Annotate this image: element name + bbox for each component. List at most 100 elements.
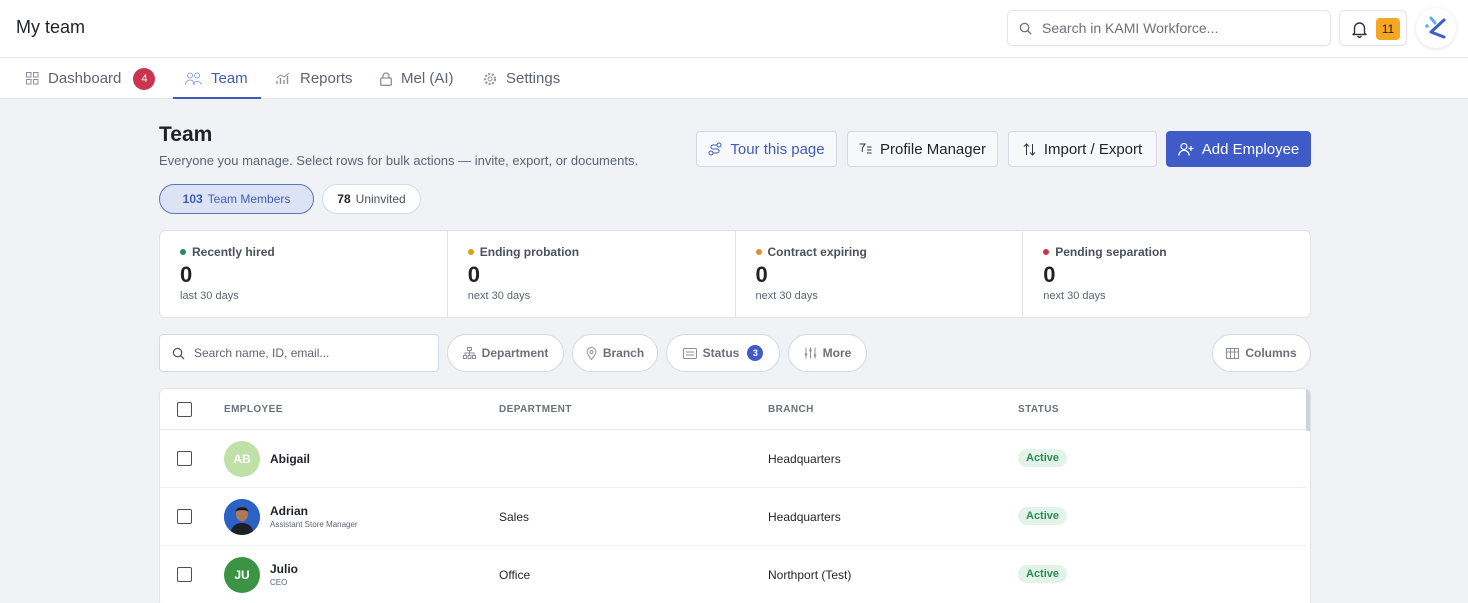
- status-filter[interactable]: Status 3: [666, 334, 780, 372]
- status-dot: [180, 249, 186, 255]
- department-cell: Office: [499, 568, 531, 582]
- stat-label: Recently hired: [192, 245, 275, 259]
- page-subtitle: Everyone you manage. Select rows for bul…: [159, 153, 639, 168]
- row-checkbox[interactable]: [177, 451, 192, 466]
- columns-label: Columns: [1245, 346, 1297, 360]
- status-badge: Active: [1018, 507, 1068, 525]
- table-scrollbar[interactable]: [1306, 389, 1310, 431]
- route-icon: [708, 142, 722, 156]
- more-filters-label: More: [822, 346, 852, 360]
- column-status[interactable]: STATUS: [1018, 404, 1059, 415]
- add-employee-label: Add Employee: [1201, 140, 1300, 158]
- stat-recently-hired[interactable]: Recently hired 0 last 30 days: [160, 231, 448, 317]
- department-filter[interactable]: Department: [447, 334, 564, 372]
- branch-filter-label: Branch: [602, 346, 645, 360]
- hierarchy-icon: [462, 347, 476, 359]
- employee-name[interactable]: Abigail: [270, 452, 310, 466]
- status-badge: Active: [1018, 449, 1068, 467]
- status-dot: [1043, 249, 1050, 255]
- tab-team[interactable]: Team: [173, 58, 261, 99]
- sliders-icon: [804, 347, 816, 359]
- tour-page-button[interactable]: Tour this page: [696, 131, 837, 167]
- kami-logo[interactable]: [1416, 8, 1456, 48]
- import-export-label: Import / Export: [1043, 140, 1143, 158]
- gear-icon: [484, 72, 496, 85]
- more-filters[interactable]: More: [788, 334, 867, 372]
- import-export-button[interactable]: Import / Export: [1008, 131, 1157, 167]
- employee-role: CEO: [270, 578, 288, 587]
- profile-manager-button[interactable]: Profile Manager: [847, 131, 998, 167]
- avatar-initials: AB: [233, 452, 251, 466]
- stat-contract-expiring[interactable]: Contract expiring 0 next 30 days: [736, 231, 1024, 317]
- employee-table: EMPLOYEE DEPARTMENT BRANCH STATUS AB Abi…: [159, 388, 1311, 603]
- employee-search-input[interactable]: [194, 335, 434, 371]
- row-checkbox[interactable]: [177, 509, 192, 524]
- department-cell: Sales: [499, 510, 530, 524]
- stat-value: 0: [467, 262, 480, 287]
- stat-value: 0: [180, 262, 193, 287]
- stats-panel: Recently hired 0 last 30 days Ending pro…: [159, 230, 1311, 318]
- filter-list-icon: [859, 143, 872, 154]
- table-row[interactable]: Adrian Assistant Store Manager Sales Hea…: [160, 488, 1306, 546]
- employee-name[interactable]: Adrian: [270, 504, 308, 518]
- status-filter-count: 3: [747, 345, 764, 361]
- row-checkbox[interactable]: [177, 567, 192, 582]
- uninvited-label: Uninvited: [355, 192, 406, 206]
- add-user-icon: [1177, 142, 1194, 156]
- tab-dashboard[interactable]: Dashboard 4: [14, 58, 167, 99]
- tab-reports-label: Reports: [300, 70, 353, 87]
- select-all-checkbox[interactable]: [177, 402, 192, 417]
- tab-mel-ai-label: Mel (AI): [401, 70, 454, 87]
- stat-label: Ending probation: [479, 245, 580, 259]
- stat-period: next 30 days: [467, 290, 531, 302]
- branch-cell: Headquarters: [768, 452, 841, 466]
- column-department[interactable]: DEPARTMENT: [499, 404, 572, 415]
- global-search[interactable]: [1007, 10, 1331, 46]
- uninvited-segment[interactable]: 78 Uninvited: [322, 184, 421, 214]
- location-pin-icon: [586, 346, 597, 360]
- tab-settings-label: Settings: [506, 70, 561, 87]
- team-members-label: Team Members: [207, 192, 291, 206]
- table-header: EMPLOYEE DEPARTMENT BRANCH STATUS: [160, 389, 1310, 430]
- avatar: [224, 499, 260, 535]
- status-dot: [467, 249, 474, 255]
- stat-ending-probation[interactable]: Ending probation 0 next 30 days: [448, 231, 736, 317]
- stat-period: next 30 days: [755, 290, 818, 302]
- lock-icon: [380, 71, 392, 86]
- columns-icon: [1226, 347, 1240, 359]
- employee-name[interactable]: Julio: [270, 562, 298, 576]
- table-row[interactable]: AB Abigail Headquarters Active: [160, 430, 1306, 488]
- table-row[interactable]: JU Julio CEO Office Northport (Test) Act…: [160, 546, 1306, 603]
- status-filter-label: Status: [702, 346, 740, 360]
- tab-mel-ai[interactable]: Mel (AI): [368, 58, 466, 99]
- stat-value: 0: [1043, 262, 1056, 287]
- uninvited-count: 78: [337, 192, 351, 206]
- notification-count-badge: 11: [1376, 18, 1400, 40]
- add-employee-button[interactable]: Add Employee: [1166, 131, 1311, 167]
- employee-role: Assistant Store Manager: [270, 520, 358, 529]
- sort-arrows-icon: [1023, 142, 1036, 156]
- employee-search[interactable]: [159, 334, 439, 372]
- global-search-input[interactable]: [1042, 11, 1322, 45]
- team-icon: [185, 72, 202, 85]
- stat-pending-separation[interactable]: Pending separation 0 next 30 days: [1023, 231, 1310, 317]
- stat-label: Contract expiring: [767, 245, 867, 259]
- column-employee[interactable]: EMPLOYEE: [224, 404, 283, 415]
- avatar: AB: [224, 441, 260, 477]
- tab-reports[interactable]: Reports: [264, 58, 365, 99]
- columns-button[interactable]: Columns: [1212, 334, 1311, 372]
- page-title: Team: [159, 123, 213, 146]
- branch-filter[interactable]: Branch: [572, 334, 658, 372]
- user-photo-icon: [224, 499, 260, 535]
- branch-cell: Headquarters: [768, 510, 841, 524]
- app-title: My team: [16, 17, 86, 37]
- notifications-button[interactable]: 11: [1339, 10, 1407, 46]
- team-members-segment[interactable]: 103 Team Members: [159, 184, 314, 214]
- stat-value: 0: [755, 262, 768, 287]
- tab-settings[interactable]: Settings: [471, 58, 572, 99]
- main-tabs: Dashboard 4 Team Reports Mel (AI) Settin…: [0, 58, 1468, 99]
- list-card-icon: [682, 347, 697, 359]
- top-bar: My team 11: [0, 0, 1468, 58]
- column-branch[interactable]: BRANCH: [768, 404, 814, 415]
- avatar: JU: [224, 557, 260, 593]
